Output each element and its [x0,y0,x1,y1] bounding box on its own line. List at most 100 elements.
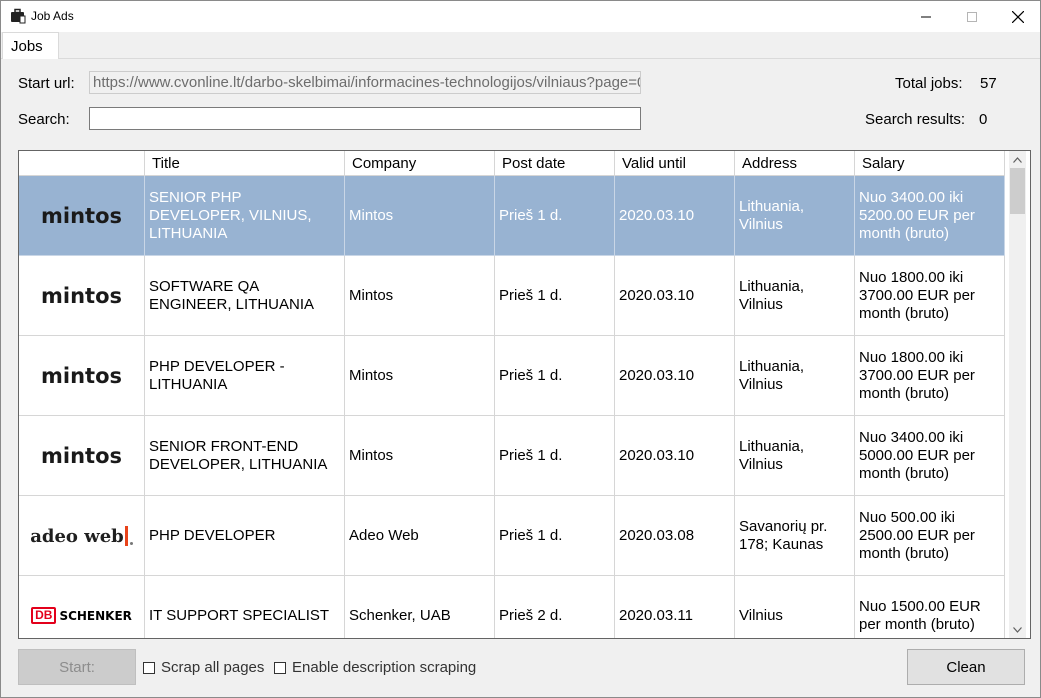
mintos-logo: mintos [41,363,122,388]
db-schenker-logo: DB SCHENKER [31,607,132,625]
grid-header: Title Company Post date Valid until Addr… [19,151,1005,176]
app-window: Job Ads Jobs Start url: https://www.cvon… [0,0,1041,698]
minimize-button[interactable] [903,1,949,32]
adeo-bar-mark [124,525,128,546]
adeo-web-logo-text: adeo web [30,525,124,547]
briefcase-icon [11,8,26,24]
jobs-grid[interactable]: Title Company Post date Valid until Addr… [18,150,1031,639]
column-header-address[interactable]: Address [735,151,855,176]
checkbox-box[interactable] [274,661,286,674]
clean-button[interactable]: Clean [907,649,1025,685]
total-jobs-label: Total jobs: [895,75,963,92]
job-title[interactable]: SENIOR FRONT-END DEVELOPER, LITHUANIA [145,416,345,496]
job-post-date[interactable]: Prieš 1 d. [495,336,615,416]
job-company[interactable]: Adeo Web [345,496,495,576]
job-address[interactable]: Savanorių pr. 178; Kaunas [735,496,855,576]
column-header-salary[interactable]: Salary [855,151,1005,176]
job-post-date[interactable]: Prieš 1 d. [495,416,615,496]
job-company[interactable]: Mintos [345,416,495,496]
scroll-down-button[interactable] [1009,621,1026,638]
schenker-logo-text: SCHENKER [59,608,132,623]
vertical-scrollbar[interactable] [1009,151,1026,638]
company-logo: mintos [19,176,145,256]
total-jobs-value: 57 [980,75,997,92]
search-results-value: 0 [979,111,988,128]
mintos-logo: mintos [41,443,122,468]
column-header-title[interactable]: Title [145,151,345,176]
tab-strip [1,32,1040,59]
maximize-icon [967,11,977,22]
job-company[interactable]: Mintos [345,256,495,336]
adeo-web-logo: adeo web [30,525,133,547]
job-post-date[interactable]: Prieš 2 d. [495,576,615,638]
minimize-icon [921,16,931,17]
start-url-label: Start url: [18,75,75,92]
mintos-logo: mintos [41,283,122,308]
job-address[interactable]: Lithuania, Vilnius [735,176,855,256]
job-address[interactable]: Lithuania, Vilnius [735,256,855,336]
company-logo: DB SCHENKER [19,576,145,638]
job-company[interactable]: Mintos [345,176,495,256]
job-valid-until[interactable]: 2020.03.10 [615,256,735,336]
job-address[interactable]: Lithuania, Vilnius [735,416,855,496]
maximize-button[interactable] [949,1,995,32]
scrollbar-thumb[interactable] [1010,168,1025,214]
column-header-valid-until[interactable]: Valid until [615,151,735,176]
job-valid-until[interactable]: 2020.03.10 [615,416,735,496]
job-title[interactable]: SOFTWARE QA ENGINEER, LITHUANIA [145,256,345,336]
search-results-label: Search results: [865,111,966,128]
job-address[interactable]: Vilnius [735,576,855,638]
company-logo: mintos [19,336,145,416]
enable-description-scraping-label: Enable description scraping [292,659,477,676]
job-salary[interactable]: Nuo 3400.00 iki 5000.00 EUR per month (b… [855,416,1005,496]
job-company[interactable]: Schenker, UAB [345,576,495,638]
title-bar[interactable]: Job Ads [1,1,1040,32]
job-valid-until[interactable]: 2020.03.10 [615,176,735,256]
job-valid-until[interactable]: 2020.03.11 [615,576,735,638]
job-title[interactable]: SENIOR PHP DEVELOPER, VILNIUS, LITHUANIA [145,176,345,256]
start-button[interactable]: Start: [18,649,136,685]
db-logo-mark: DB [31,607,57,624]
job-company[interactable]: Mintos [345,336,495,416]
checkbox-box[interactable] [143,661,155,674]
chevron-down-icon [1013,626,1022,633]
table-row[interactable]: mintos SOFTWARE QA ENGINEER, LITHUANIA M… [19,256,1005,336]
table-row[interactable]: mintos SENIOR FRONT-END DEVELOPER, LITHU… [19,416,1005,496]
close-button[interactable] [995,1,1041,32]
column-header-post-date[interactable]: Post date [495,151,615,176]
close-icon [1012,10,1024,23]
job-post-date[interactable]: Prieš 1 d. [495,176,615,256]
mintos-logo: mintos [41,203,122,228]
job-salary[interactable]: Nuo 1500.00 EUR per month (bruto) [855,576,1005,638]
scrap-all-pages-checkbox[interactable]: Scrap all pages [143,659,264,676]
job-salary[interactable]: Nuo 3400.00 iki 5200.00 EUR per month (b… [855,176,1005,256]
column-header-logo[interactable] [19,151,145,176]
job-valid-until[interactable]: 2020.03.10 [615,336,735,416]
job-salary[interactable]: Nuo 1800.00 iki 3700.00 EUR per month (b… [855,256,1005,336]
tab-jobs[interactable]: Jobs [2,32,59,60]
job-salary[interactable]: Nuo 500.00 iki 2500.00 EUR per month (br… [855,496,1005,576]
job-post-date[interactable]: Prieš 1 d. [495,256,615,336]
table-row[interactable]: mintos SENIOR PHP DEVELOPER, VILNIUS, LI… [19,176,1005,256]
job-title[interactable]: IT SUPPORT SPECIALIST [145,576,345,638]
company-logo: adeo web [19,496,145,576]
job-valid-until[interactable]: 2020.03.08 [615,496,735,576]
window-title: Job Ads [31,9,74,23]
table-row[interactable]: adeo web PHP DEVELOPER Adeo Web Prieš 1 … [19,496,1005,576]
enable-description-scraping-checkbox[interactable]: Enable description scraping [274,659,476,676]
search-input[interactable] [89,107,641,130]
start-url-field[interactable]: https://www.cvonline.lt/darbo-skelbimai/… [89,71,641,94]
job-title[interactable]: PHP DEVELOPER - LITHUANIA [145,336,345,416]
adeo-dot-mark [129,541,133,545]
table-row[interactable]: DB SCHENKER IT SUPPORT SPECIALIST Schenke… [19,576,1005,638]
search-label: Search: [18,111,70,128]
scrap-all-pages-label: Scrap all pages [161,659,265,676]
job-salary[interactable]: Nuo 1800.00 iki 3700.00 EUR per month (b… [855,336,1005,416]
job-post-date[interactable]: Prieš 1 d. [495,496,615,576]
column-header-company[interactable]: Company [345,151,495,176]
job-title[interactable]: PHP DEVELOPER [145,496,345,576]
job-address[interactable]: Lithuania, Vilnius [735,336,855,416]
table-row[interactable]: mintos PHP DEVELOPER - LITHUANIA Mintos … [19,336,1005,416]
scroll-up-button[interactable] [1009,151,1026,168]
company-logo: mintos [19,416,145,496]
